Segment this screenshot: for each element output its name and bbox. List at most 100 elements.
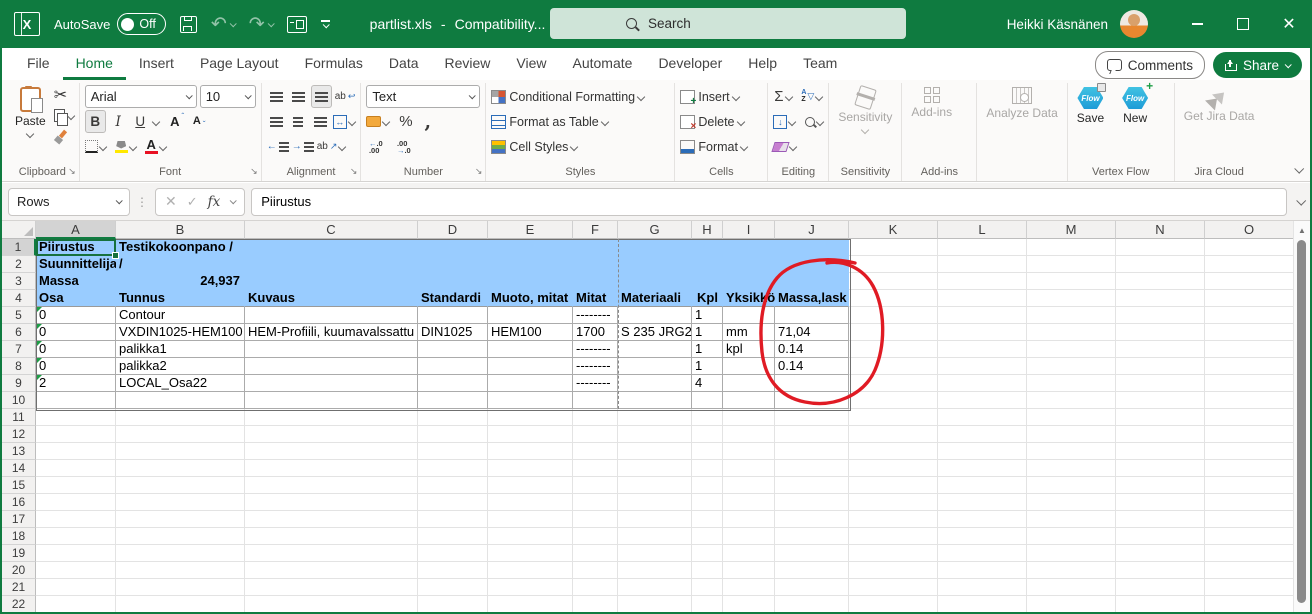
cell-M2[interactable]	[1027, 256, 1116, 273]
delete-cells-button[interactable]: Delete	[680, 109, 747, 134]
cell-I17[interactable]	[723, 511, 775, 528]
cell-K5[interactable]	[849, 307, 938, 324]
cell-K8[interactable]	[849, 358, 938, 375]
scrollbar-thumb[interactable]	[1297, 240, 1306, 603]
cell-E22[interactable]	[488, 596, 573, 612]
cell-C17[interactable]	[245, 511, 418, 528]
cell-E4[interactable]: Muoto, mitat	[488, 290, 573, 307]
cell-J22[interactable]	[775, 596, 849, 612]
cell-A9[interactable]: 2	[36, 375, 116, 392]
cell-K17[interactable]	[849, 511, 938, 528]
cell-G14[interactable]	[618, 460, 692, 477]
cell-G15[interactable]	[618, 477, 692, 494]
cell-A4[interactable]: Osa	[36, 290, 116, 307]
cell-M6[interactable]	[1027, 324, 1116, 341]
cell-L22[interactable]	[938, 596, 1027, 612]
cell-J12[interactable]	[775, 426, 849, 443]
column-header-L[interactable]: L	[938, 221, 1027, 239]
cell-O2[interactable]	[1205, 256, 1294, 273]
cell-J19[interactable]	[775, 545, 849, 562]
cell-D19[interactable]	[418, 545, 488, 562]
cell-L14[interactable]	[938, 460, 1027, 477]
tab-file[interactable]: File	[14, 48, 63, 80]
row-header-17[interactable]: 17	[2, 511, 36, 528]
cell-N7[interactable]	[1116, 341, 1205, 358]
cell-D20[interactable]	[418, 562, 488, 579]
column-header-G[interactable]: G	[618, 221, 692, 239]
cell-D16[interactable]	[418, 494, 488, 511]
cell-B20[interactable]	[116, 562, 245, 579]
cell-K18[interactable]	[849, 528, 938, 545]
cell-F3[interactable]	[573, 273, 618, 290]
cell-J21[interactable]	[775, 579, 849, 596]
cell-I20[interactable]	[723, 562, 775, 579]
row-header-8[interactable]: 8	[2, 358, 36, 375]
cell-E5[interactable]	[488, 307, 573, 324]
cell-K21[interactable]	[849, 579, 938, 596]
cell-I16[interactable]	[723, 494, 775, 511]
cell-C22[interactable]	[245, 596, 418, 612]
document-title[interactable]: partlist.xls - Compatibility...	[370, 16, 562, 32]
cell-H15[interactable]	[692, 477, 723, 494]
cell-A12[interactable]	[36, 426, 116, 443]
conditional-formatting-button[interactable]: Conditional Formatting	[491, 84, 644, 109]
cell-B18[interactable]	[116, 528, 245, 545]
minimize-button[interactable]	[1174, 0, 1220, 48]
customize-quick-access-button[interactable]	[321, 20, 330, 28]
row-header-7[interactable]: 7	[2, 341, 36, 358]
user-name[interactable]: Heikki Käsnänen	[1007, 17, 1108, 32]
cell-M19[interactable]	[1027, 545, 1116, 562]
find-select-button[interactable]	[804, 111, 823, 132]
cell-M20[interactable]	[1027, 562, 1116, 579]
cell-H20[interactable]	[692, 562, 723, 579]
save-button[interactable]	[180, 16, 197, 33]
cell-K14[interactable]	[849, 460, 938, 477]
cell-K15[interactable]	[849, 477, 938, 494]
expand-formula-bar-icon[interactable]	[1296, 196, 1306, 206]
cell-B12[interactable]	[116, 426, 245, 443]
cell-O19[interactable]	[1205, 545, 1294, 562]
cell-J15[interactable]	[775, 477, 849, 494]
row-header-1[interactable]: 1	[2, 239, 36, 256]
cell-C20[interactable]	[245, 562, 418, 579]
copy-button[interactable]	[54, 107, 74, 124]
cell-J6[interactable]: 71,04	[775, 324, 849, 341]
cell-O15[interactable]	[1205, 477, 1294, 494]
cell-E6[interactable]: HEM100	[488, 324, 573, 341]
redo-button[interactable]: ↷	[249, 15, 273, 34]
cell-N13[interactable]	[1116, 443, 1205, 460]
cell-F7[interactable]: --------	[573, 341, 618, 358]
row-header-20[interactable]: 20	[2, 562, 36, 579]
cell-M22[interactable]	[1027, 596, 1116, 612]
formula-input[interactable]: Piirustus	[251, 188, 1287, 216]
cell-F11[interactable]	[573, 409, 618, 426]
font-name-select[interactable]: Arial	[85, 85, 197, 108]
cell-F1[interactable]	[573, 239, 618, 256]
cell-N18[interactable]	[1116, 528, 1205, 545]
cell-I4[interactable]: Yksikkö	[723, 290, 775, 307]
cell-D6[interactable]: DIN1025	[418, 324, 488, 341]
formula-bar-splitter[interactable]: ⋮	[136, 195, 149, 209]
cell-K13[interactable]	[849, 443, 938, 460]
tab-view[interactable]: View	[503, 48, 559, 80]
cell-B7[interactable]: palikka1	[116, 341, 245, 358]
cell-A20[interactable]	[36, 562, 116, 579]
cell-H6[interactable]: 1	[692, 324, 723, 341]
cell-M7[interactable]	[1027, 341, 1116, 358]
cell-O11[interactable]	[1205, 409, 1294, 426]
cell-L2[interactable]	[938, 256, 1027, 273]
cell-E8[interactable]	[488, 358, 573, 375]
cell-I22[interactable]	[723, 596, 775, 612]
tab-automate[interactable]: Automate	[560, 48, 646, 80]
cell-C8[interactable]	[245, 358, 418, 375]
cell-B22[interactable]	[116, 596, 245, 612]
cell-L21[interactable]	[938, 579, 1027, 596]
paste-button[interactable]: Paste	[11, 84, 50, 137]
column-header-K[interactable]: K	[849, 221, 938, 239]
cell-K6[interactable]	[849, 324, 938, 341]
cell-E13[interactable]	[488, 443, 573, 460]
cell-F5[interactable]: --------	[573, 307, 618, 324]
cell-M15[interactable]	[1027, 477, 1116, 494]
cell-E19[interactable]	[488, 545, 573, 562]
cell-F8[interactable]: --------	[573, 358, 618, 375]
